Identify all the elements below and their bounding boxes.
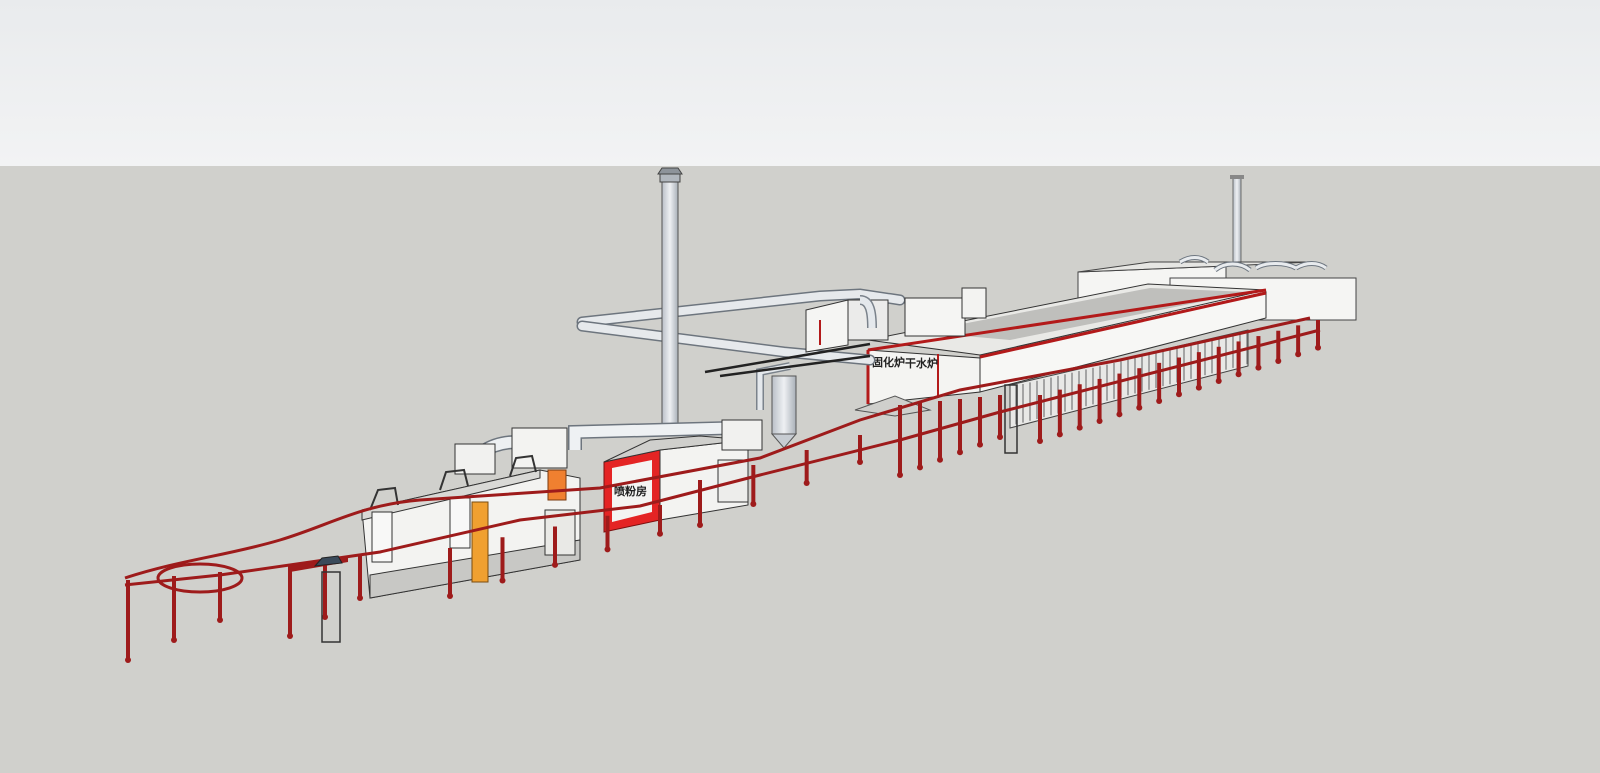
cyclone-separator (771, 375, 797, 435)
support-post-foot (1195, 384, 1202, 391)
support-post-foot (937, 456, 943, 463)
paint-line-scene: 固化炉 干水炉 喷粉房 (0, 0, 1600, 773)
support-post-foot (1116, 411, 1123, 418)
support-post-foot (957, 449, 963, 456)
support-post-foot (803, 480, 810, 486)
sky (0, 0, 1600, 166)
main-chimney (657, 167, 683, 427)
support-post-foot (750, 501, 757, 507)
support-post-foot (997, 434, 1003, 440)
support-post-foot (1235, 371, 1242, 378)
support-post-foot (917, 464, 923, 471)
support-post-foot (604, 546, 611, 553)
support-post-foot (697, 522, 703, 528)
support-post-foot (1076, 424, 1083, 431)
support-post-foot (657, 530, 663, 537)
support-post-foot (357, 595, 363, 601)
support-post-foot (1295, 351, 1302, 358)
support-post-foot (287, 633, 293, 639)
orange-panel (471, 501, 489, 583)
support-post-foot (322, 614, 328, 620)
support-post-foot (1136, 404, 1143, 411)
support-post-foot (1037, 438, 1043, 444)
support-post-foot (1056, 431, 1063, 438)
support-post-foot (1156, 397, 1163, 404)
support-post-foot (1315, 344, 1321, 351)
support-post-foot (447, 593, 453, 599)
support-post-foot (1176, 391, 1182, 398)
support-post-foot (1096, 417, 1103, 424)
support-post-foot (1275, 357, 1282, 364)
support-post-foot (499, 577, 506, 584)
ground-plane (0, 166, 1600, 773)
support-post-foot (1255, 364, 1262, 371)
support-post-foot (1215, 377, 1222, 384)
support-post-foot (857, 459, 863, 465)
support-post-foot (217, 617, 223, 623)
curing-oven-label: 固化炉 (872, 355, 905, 369)
support-post-foot (125, 657, 131, 663)
support-post-foot (171, 637, 177, 643)
drying-oven-label: 干水炉 (905, 356, 938, 370)
support-post-foot (977, 441, 983, 448)
support-post-foot (897, 472, 903, 478)
powder-booth-label: 喷粉房 (614, 484, 647, 498)
support-post-foot (552, 561, 558, 568)
